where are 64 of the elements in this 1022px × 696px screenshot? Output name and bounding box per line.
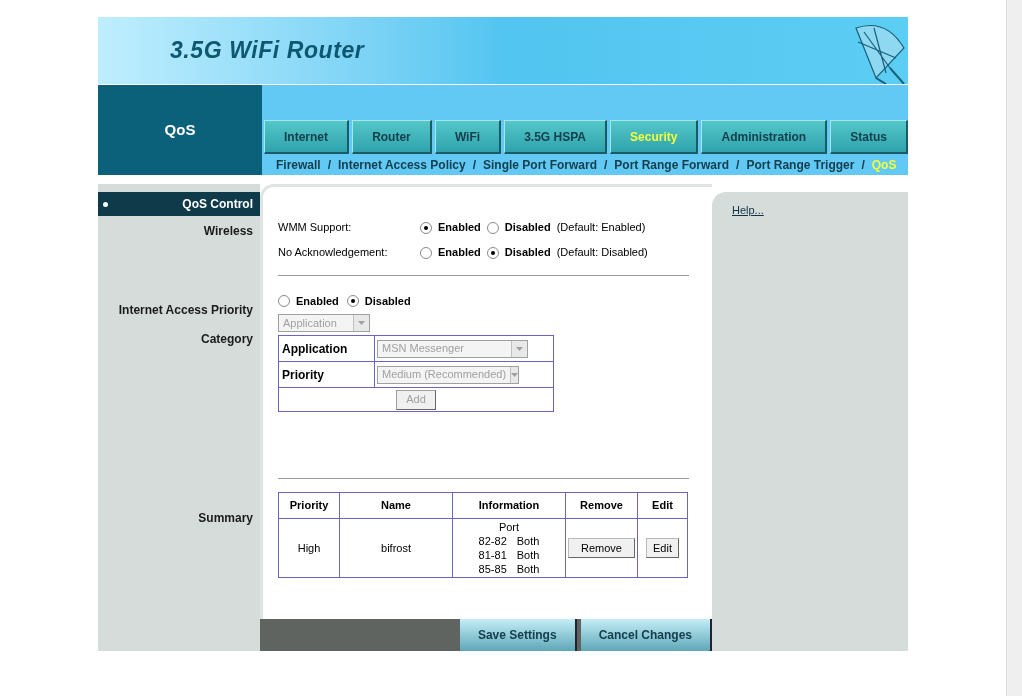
radio-label: Enabled <box>296 293 339 309</box>
caret-icon <box>516 346 523 351</box>
sidebar-label: Internet Access Priority <box>117 302 254 319</box>
radio-button[interactable] <box>486 246 499 259</box>
radio-button[interactable] <box>420 221 432 234</box>
radio-label: Disabled <box>504 220 551 236</box>
column-header: Edit <box>637 492 688 519</box>
port-range: 85-85 <box>478 562 507 576</box>
port-heading: Port <box>497 520 521 534</box>
separator: / <box>736 156 740 174</box>
subnav-link[interactable]: Port Range Forward <box>614 155 730 174</box>
column-header: Priority <box>278 492 340 519</box>
subnav-link[interactable]: Single Port Forward <box>483 155 597 174</box>
nav-tab[interactable]: 3.5G HSPA <box>504 120 608 154</box>
subnav-link[interactable]: Internet Access Policy <box>338 155 466 174</box>
nav-tab[interactable]: Router <box>352 120 432 154</box>
caret-icon <box>358 321 365 325</box>
port-protocol: Both <box>516 534 540 548</box>
port-range: 81-81 <box>478 548 507 562</box>
cancel-changes-button[interactable]: Cancel Changes <box>580 619 712 651</box>
table-cell: bifrost <box>339 518 453 578</box>
save-settings-button[interactable]: Save Settings <box>459 619 577 651</box>
radio-label: Disabled <box>364 293 411 309</box>
radio-button[interactable] <box>486 221 499 234</box>
help-link[interactable]: Help... <box>732 204 764 216</box>
default-note: (Default: Disabled) <box>556 245 648 261</box>
sidebar-heading: QoS Control <box>98 192 260 216</box>
form-label: Application <box>279 336 375 361</box>
section-title: QoS <box>98 85 262 175</box>
remove-button[interactable]: Remove <box>568 538 635 558</box>
separator: / <box>327 156 332 174</box>
setting-label: WMM Support: <box>278 220 353 236</box>
caret-icon <box>511 372 519 377</box>
column-header: Information <box>452 492 566 519</box>
sidebar-label: Wireless <box>202 223 254 240</box>
separator: / <box>472 156 476 174</box>
column-header: Name <box>339 492 453 519</box>
scrollbar[interactable] <box>1006 0 1022 696</box>
separator: / <box>604 156 608 174</box>
nav-tab[interactable]: Internet <box>264 120 350 154</box>
nav-tab[interactable]: Status <box>830 120 908 154</box>
radio-button[interactable] <box>278 295 290 307</box>
port-range: 82-82 <box>478 534 507 548</box>
setting-label: No Acknowledgement: <box>278 245 389 261</box>
radio-label: Enabled <box>438 220 481 236</box>
router-title: 3.5G WiFi Router <box>170 36 365 66</box>
edit-button[interactable]: Edit <box>646 538 679 558</box>
radio-label: Disabled <box>504 245 551 261</box>
sidebar-label: Summary <box>197 510 254 527</box>
subnav-link[interactable]: Port Range Trigger <box>746 155 855 174</box>
radio-label: Enabled <box>438 245 481 261</box>
radio-button[interactable] <box>346 295 359 307</box>
nav-tab[interactable]: Administration <box>701 120 828 154</box>
radio-button[interactable] <box>420 246 432 259</box>
column-header: Remove <box>565 492 638 519</box>
port-protocol: Both <box>516 562 540 576</box>
separator: / <box>861 156 865 174</box>
subnav-link[interactable]: Firewall <box>276 155 321 174</box>
default-note: (Default: Enabled) <box>556 220 646 236</box>
form-label: Priority <box>279 362 375 387</box>
nav-tab[interactable]: WiFi <box>434 120 502 154</box>
sidebar-label: Category <box>200 331 254 348</box>
port-protocol: Both <box>516 548 540 562</box>
table-cell: High <box>278 518 340 578</box>
